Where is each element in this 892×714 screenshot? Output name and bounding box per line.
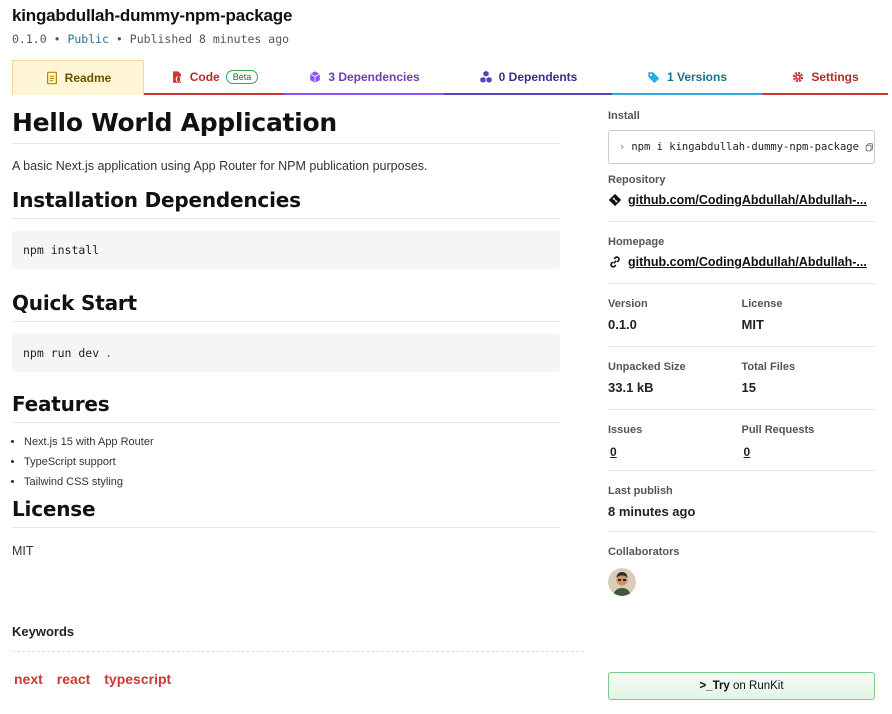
tab-dependencies-label: 3 Dependencies — [328, 69, 420, 84]
code-file-icon: {} — [172, 70, 182, 83]
runkit-label: on RunKit — [733, 680, 784, 692]
license-heading: License — [12, 497, 560, 528]
repository-link[interactable]: github.com/CodingAbdullah/Abdullah-... — [628, 193, 868, 207]
license-label: License — [741, 298, 783, 310]
install-heading: Installation Dependencies — [12, 188, 560, 219]
tab-readme-label: Readme — [64, 71, 112, 85]
tab-dependents-label: 0 Dependents — [498, 69, 578, 84]
runkit-try: Try — [712, 680, 730, 692]
quickstart-heading: Quick Start — [12, 291, 560, 322]
keywords-heading: Keywords — [12, 624, 75, 639]
homepage-link[interactable]: github.com/CodingAbdullah/Abdullah-... — [628, 255, 868, 269]
published-time: Published 8 minutes ago — [129, 32, 290, 46]
try-on-runkit-button[interactable]: >_ Try on RunKit — [608, 672, 875, 700]
tab-settings-label: Settings — [811, 69, 859, 84]
svg-text:{}: {} — [174, 76, 182, 82]
readme-title: Hello World Application — [12, 108, 560, 144]
install-command: npm install — [23, 243, 100, 257]
features-heading: Features — [12, 392, 560, 423]
package-name: kingabdullah-dummy-npm-package — [12, 6, 293, 25]
keywords-divider — [12, 651, 584, 652]
keyword-link[interactable]: next — [14, 671, 43, 687]
install-command-text: npm i kingabdullah-dummy-npm-package — [631, 141, 859, 153]
tab-versions[interactable]: 1 Versions — [612, 60, 762, 95]
readme-icon — [46, 71, 57, 85]
beta-badge: Beta — [225, 69, 259, 84]
meta-separator: • — [115, 32, 123, 46]
install-code-block: npm install — [12, 231, 560, 269]
copy-icon[interactable] — [865, 142, 874, 153]
list-item: Next.js 15 with App Router — [24, 436, 560, 449]
list-item: Tailwind CSS styling — [24, 476, 560, 489]
visibility-label: Public — [67, 32, 109, 46]
collaborators-label: Collaborators — [608, 546, 680, 558]
homepage-link-row: github.com/CodingAbdullah/Abdullah-... — [608, 255, 875, 269]
package-sidebar: Install › npm i kingabdullah-dummy-npm-p… — [608, 110, 875, 596]
readme-content: Hello World Application A basic Next.js … — [12, 108, 560, 558]
link-icon — [610, 256, 620, 268]
runkit-prefix: >_ — [699, 680, 713, 692]
tag-icon — [648, 71, 660, 83]
gear-icon — [793, 71, 804, 82]
unpacked-size-label: Unpacked Size — [608, 361, 686, 373]
package-meta: 0.1.0 • Public • Published 8 minutes ago — [12, 32, 289, 46]
issues-pulls-row: Issues 0 Pull Requests 0 — [608, 424, 875, 459]
install-label: Install — [608, 110, 640, 122]
size-files-row: Unpacked Size 33.1 kB Total Files 15 — [608, 361, 875, 395]
tab-settings[interactable]: Settings — [762, 60, 888, 95]
issues-label: Issues — [608, 424, 643, 436]
quickstart-command: npm run dev — [23, 346, 100, 360]
install-command-box[interactable]: › npm i kingabdullah-dummy-npm-package — [608, 130, 875, 164]
tab-dependents[interactable]: 0 Dependents — [444, 60, 612, 95]
version-license-row: Version 0.1.0 License MIT — [608, 298, 875, 332]
prompt-chevron-icon: › — [619, 141, 626, 153]
repository-label: Repository — [608, 174, 666, 186]
version-label: Version — [608, 298, 648, 310]
features-list: Next.js 15 with App Router TypeScript su… — [12, 436, 560, 489]
package-tabs: Readme {} Code Beta 3 Dependencies 0 Dep… — [12, 60, 888, 95]
keyword-link[interactable]: typescript — [104, 671, 171, 687]
repository-link-row: github.com/CodingAbdullah/Abdullah-... — [608, 193, 875, 207]
keyword-link[interactable]: react — [57, 671, 90, 687]
meta-separator: • — [53, 32, 61, 46]
issues-link[interactable]: 0 — [610, 445, 742, 459]
box-icon — [310, 70, 321, 83]
tab-versions-label: 1 Versions — [666, 69, 728, 84]
total-files-value: 15 — [741, 380, 756, 395]
avatar[interactable] — [608, 568, 636, 596]
license-value: MIT — [741, 317, 764, 332]
git-icon — [608, 193, 622, 207]
last-publish-label: Last publish — [608, 485, 673, 497]
tab-readme[interactable]: Readme — [12, 60, 144, 95]
package-version: 0.1.0 — [12, 32, 47, 46]
keywords-list: next react typescript — [14, 671, 171, 687]
homepage-label: Homepage — [608, 236, 665, 248]
last-publish-value: 8 minutes ago — [608, 504, 696, 519]
tab-dependencies[interactable]: 3 Dependencies — [284, 60, 444, 95]
list-item: TypeScript support — [24, 456, 560, 469]
boxes-icon — [479, 70, 492, 83]
tab-code-label: Code — [189, 69, 220, 84]
version-value: 0.1.0 — [608, 317, 637, 332]
license-text: MIT — [12, 544, 34, 558]
pull-requests-link[interactable]: 0 — [744, 445, 876, 459]
quickstart-suffix: . — [105, 346, 113, 360]
readme-description: A basic Next.js application using App Ro… — [12, 159, 428, 173]
quickstart-code-block: npm run dev. — [12, 334, 560, 372]
collaborator-avatar-icon — [608, 568, 636, 596]
tab-code[interactable]: {} Code Beta — [144, 60, 284, 95]
pull-requests-label: Pull Requests — [741, 424, 815, 436]
total-files-label: Total Files — [741, 361, 796, 373]
unpacked-size-value: 33.1 kB — [608, 380, 654, 395]
